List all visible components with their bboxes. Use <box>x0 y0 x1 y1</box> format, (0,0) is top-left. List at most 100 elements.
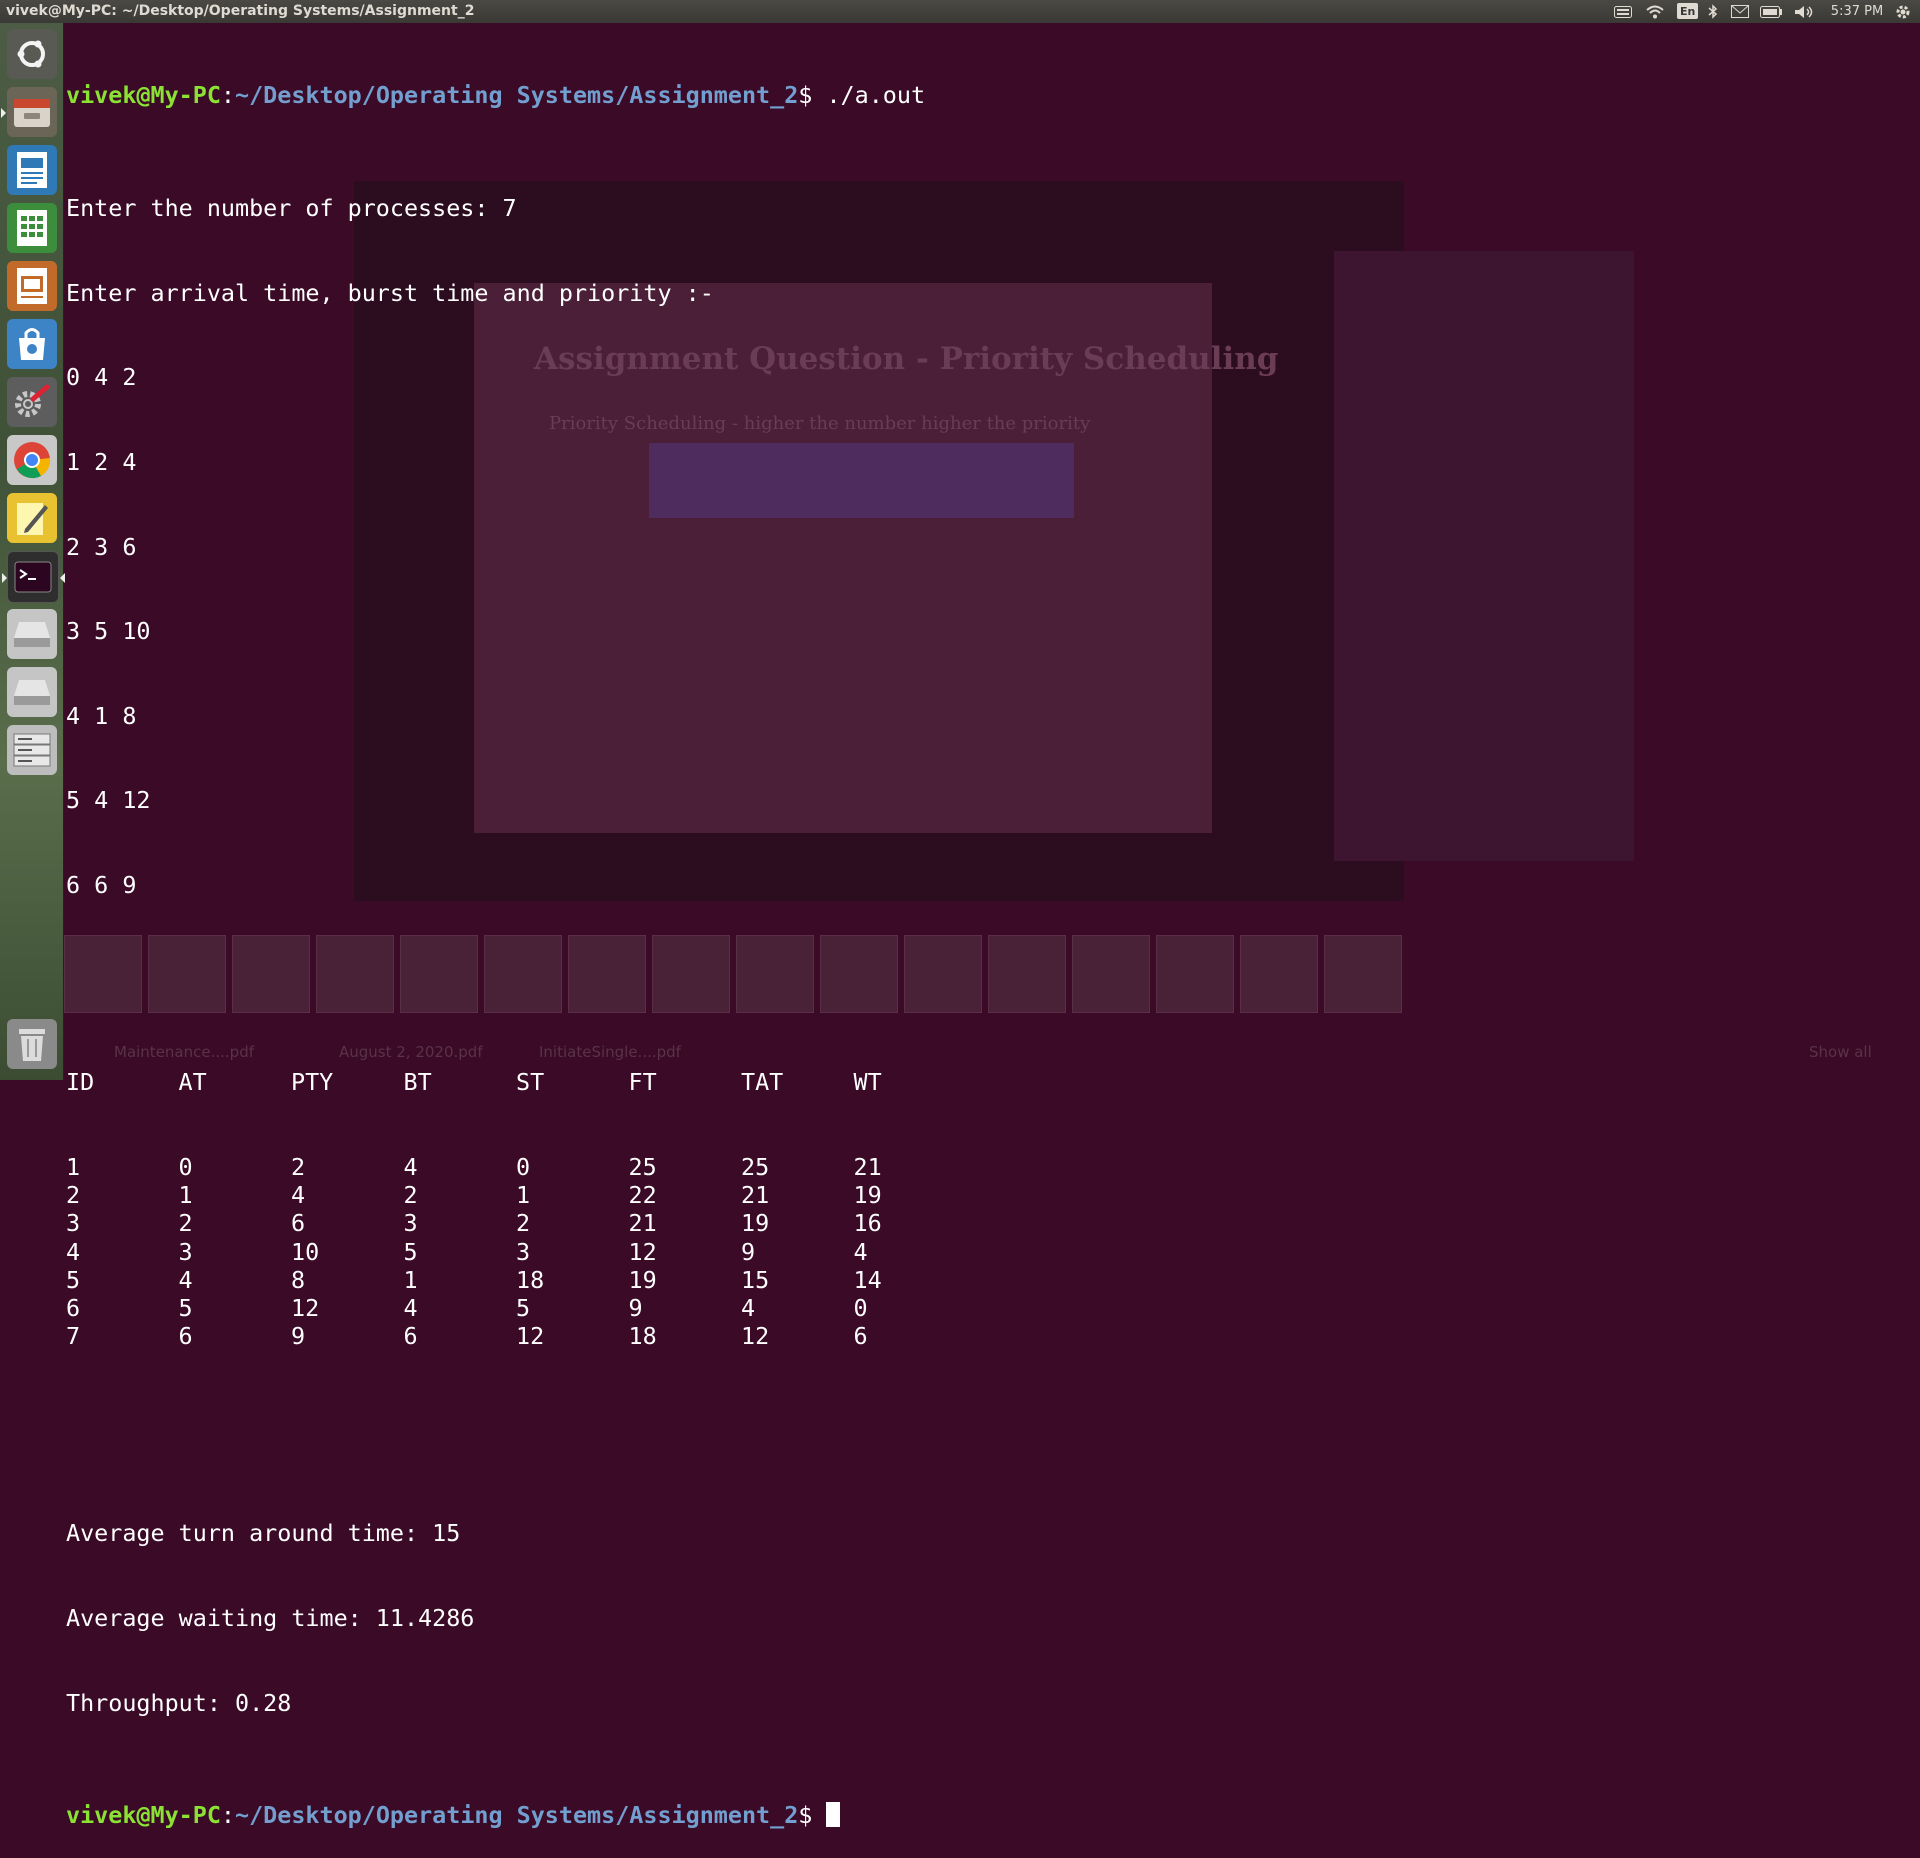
text-editor-button[interactable] <box>7 493 57 543</box>
trash-icon <box>19 1029 45 1061</box>
table-header-row: ID AT PTY BT ST FT TAT WT <box>66 1068 1920 1096</box>
table-row: 2 1 4 2 1 22 21 19 <box>66 1181 1920 1209</box>
table-cell: 16 <box>853 1209 882 1238</box>
wifi-icon[interactable] <box>1644 2 1666 21</box>
table-cell: 6 <box>403 1322 418 1351</box>
table-cell: 6 <box>291 1209 306 1238</box>
column-header: ID <box>66 1068 95 1097</box>
table-cell: 25 <box>628 1152 657 1181</box>
terminal-window[interactable]: vivek@My-PC: ~/Desktop/Operating Systems/… <box>66 25 1920 1829</box>
table-cell: 1 <box>403 1265 418 1294</box>
text-cursor <box>826 1802 841 1828</box>
table-cell: 4 <box>853 1237 868 1266</box>
table-cell: 4 <box>66 1237 81 1266</box>
table-cell: 2 <box>291 1152 306 1181</box>
table-cell: 5 <box>178 1293 193 1322</box>
clock[interactable]: 5:37 PM <box>1829 2 1885 21</box>
table-cell: 5 <box>516 1293 531 1322</box>
dash-home-button[interactable] <box>7 29 57 79</box>
file-manager-icon <box>14 99 50 127</box>
notepad-pencil-icon <box>17 503 48 535</box>
software-bag-icon <box>19 328 45 360</box>
prompt-path: ~/Desktop/Operating Systems/Assignment_2 <box>235 81 799 110</box>
files-button[interactable] <box>1 87 57 137</box>
table-cell: 2 <box>516 1209 531 1238</box>
writer-button[interactable] <box>7 145 57 195</box>
window-title: vivek@My-PC: ~/Desktop/Operating Systems… <box>6 3 475 19</box>
prompt-symbol: $ <box>798 1801 827 1830</box>
table-cell: 7 <box>66 1322 81 1351</box>
software-center-button[interactable] <box>7 319 57 369</box>
table-cell: 12 <box>741 1322 770 1351</box>
prompt-line: vivek@My-PC:~/Desktop/Operating Systems/… <box>66 1801 1920 1829</box>
table-cell: 12 <box>516 1322 545 1351</box>
prompt-symbol: $ <box>798 81 827 110</box>
table-cell: 2 <box>178 1209 193 1238</box>
system-settings-button[interactable] <box>7 377 57 427</box>
output-line: 5 4 12 <box>66 786 151 815</box>
summary-line: Average turn around time: 15 <box>66 1519 461 1548</box>
column-header: PTY <box>291 1068 334 1097</box>
summary-line: Average waiting time: 11.4286 <box>66 1604 475 1633</box>
table-cell: 15 <box>741 1265 770 1294</box>
summary-line: Throughput: 0.28 <box>66 1688 292 1717</box>
table-cell: 22 <box>628 1181 657 1210</box>
command-text: ./a.out <box>826 81 926 110</box>
session-gear-icon[interactable] <box>1893 2 1913 21</box>
output-line: Enter arrival time, burst time and prior… <box>66 278 714 307</box>
drive-1-button[interactable] <box>7 609 57 659</box>
drive-3-button[interactable] <box>7 725 57 775</box>
table-cell: 19 <box>741 1209 770 1238</box>
table-cell: 4 <box>403 1152 418 1181</box>
server-drive-icon <box>13 733 51 767</box>
table-cell: 8 <box>291 1265 306 1294</box>
table-cell: 6 <box>853 1322 868 1351</box>
table-cell: 6 <box>66 1293 81 1322</box>
table-cell: 18 <box>628 1322 657 1351</box>
table-cell: 5 <box>403 1237 418 1266</box>
table-cell: 3 <box>403 1209 418 1238</box>
table-cell: 3 <box>178 1237 193 1266</box>
table-cell: 19 <box>628 1265 657 1294</box>
trash-button[interactable] <box>7 1019 57 1069</box>
terminal-button[interactable] <box>2 551 65 603</box>
chrome-button[interactable] <box>7 435 57 485</box>
table-cell: 4 <box>291 1181 306 1210</box>
column-header: ST <box>516 1068 545 1097</box>
keyboard-indicator-icon[interactable] <box>1612 2 1634 21</box>
prompt-user: vivek@My-PC <box>66 1801 221 1830</box>
table-cell: 21 <box>853 1152 882 1181</box>
prompt-line: vivek@My-PC:~/Desktop/Operating Systems/… <box>66 81 1920 109</box>
table-row: 5 4 8 1 18 19 15 14 <box>66 1266 1920 1294</box>
table-cell: 18 <box>516 1265 545 1294</box>
hard-drive-icon <box>14 622 50 647</box>
table-cell: 3 <box>516 1237 531 1266</box>
output-line: 6 6 9 <box>66 870 137 899</box>
impress-button[interactable] <box>7 261 57 311</box>
table-cell: 4 <box>403 1293 418 1322</box>
keyboard-layout-indicator[interactable]: En <box>1677 3 1699 19</box>
table-cell: 9 <box>291 1322 306 1351</box>
drive-2-button[interactable] <box>7 667 57 717</box>
table-row: 4 3 10 5 3 12 9 4 <box>66 1238 1920 1266</box>
table-cell: 25 <box>741 1152 770 1181</box>
table-cell: 0 <box>853 1293 868 1322</box>
mail-icon[interactable] <box>1729 2 1751 21</box>
column-header: WT <box>853 1068 882 1097</box>
prompt-colon: : <box>220 1801 235 1830</box>
output-line: 2 3 6 <box>66 532 137 561</box>
prompt-user: vivek@My-PC <box>66 81 221 110</box>
bluetooth-icon[interactable] <box>1705 2 1721 21</box>
battery-icon[interactable] <box>1759 2 1783 21</box>
table-cell: 4 <box>178 1265 193 1294</box>
ubuntu-logo-icon <box>17 40 45 68</box>
volume-icon[interactable] <box>1793 2 1815 21</box>
table-cell: 1 <box>178 1181 193 1210</box>
table-cell: 1 <box>516 1181 531 1210</box>
calc-button[interactable] <box>7 203 57 253</box>
settings-gear-wrench-icon <box>15 384 50 417</box>
impress-presentation-icon <box>17 268 47 304</box>
output-line: Enter the number of processes: 7 <box>66 194 517 223</box>
table-cell: 19 <box>853 1181 882 1210</box>
column-header: TAT <box>741 1068 784 1097</box>
